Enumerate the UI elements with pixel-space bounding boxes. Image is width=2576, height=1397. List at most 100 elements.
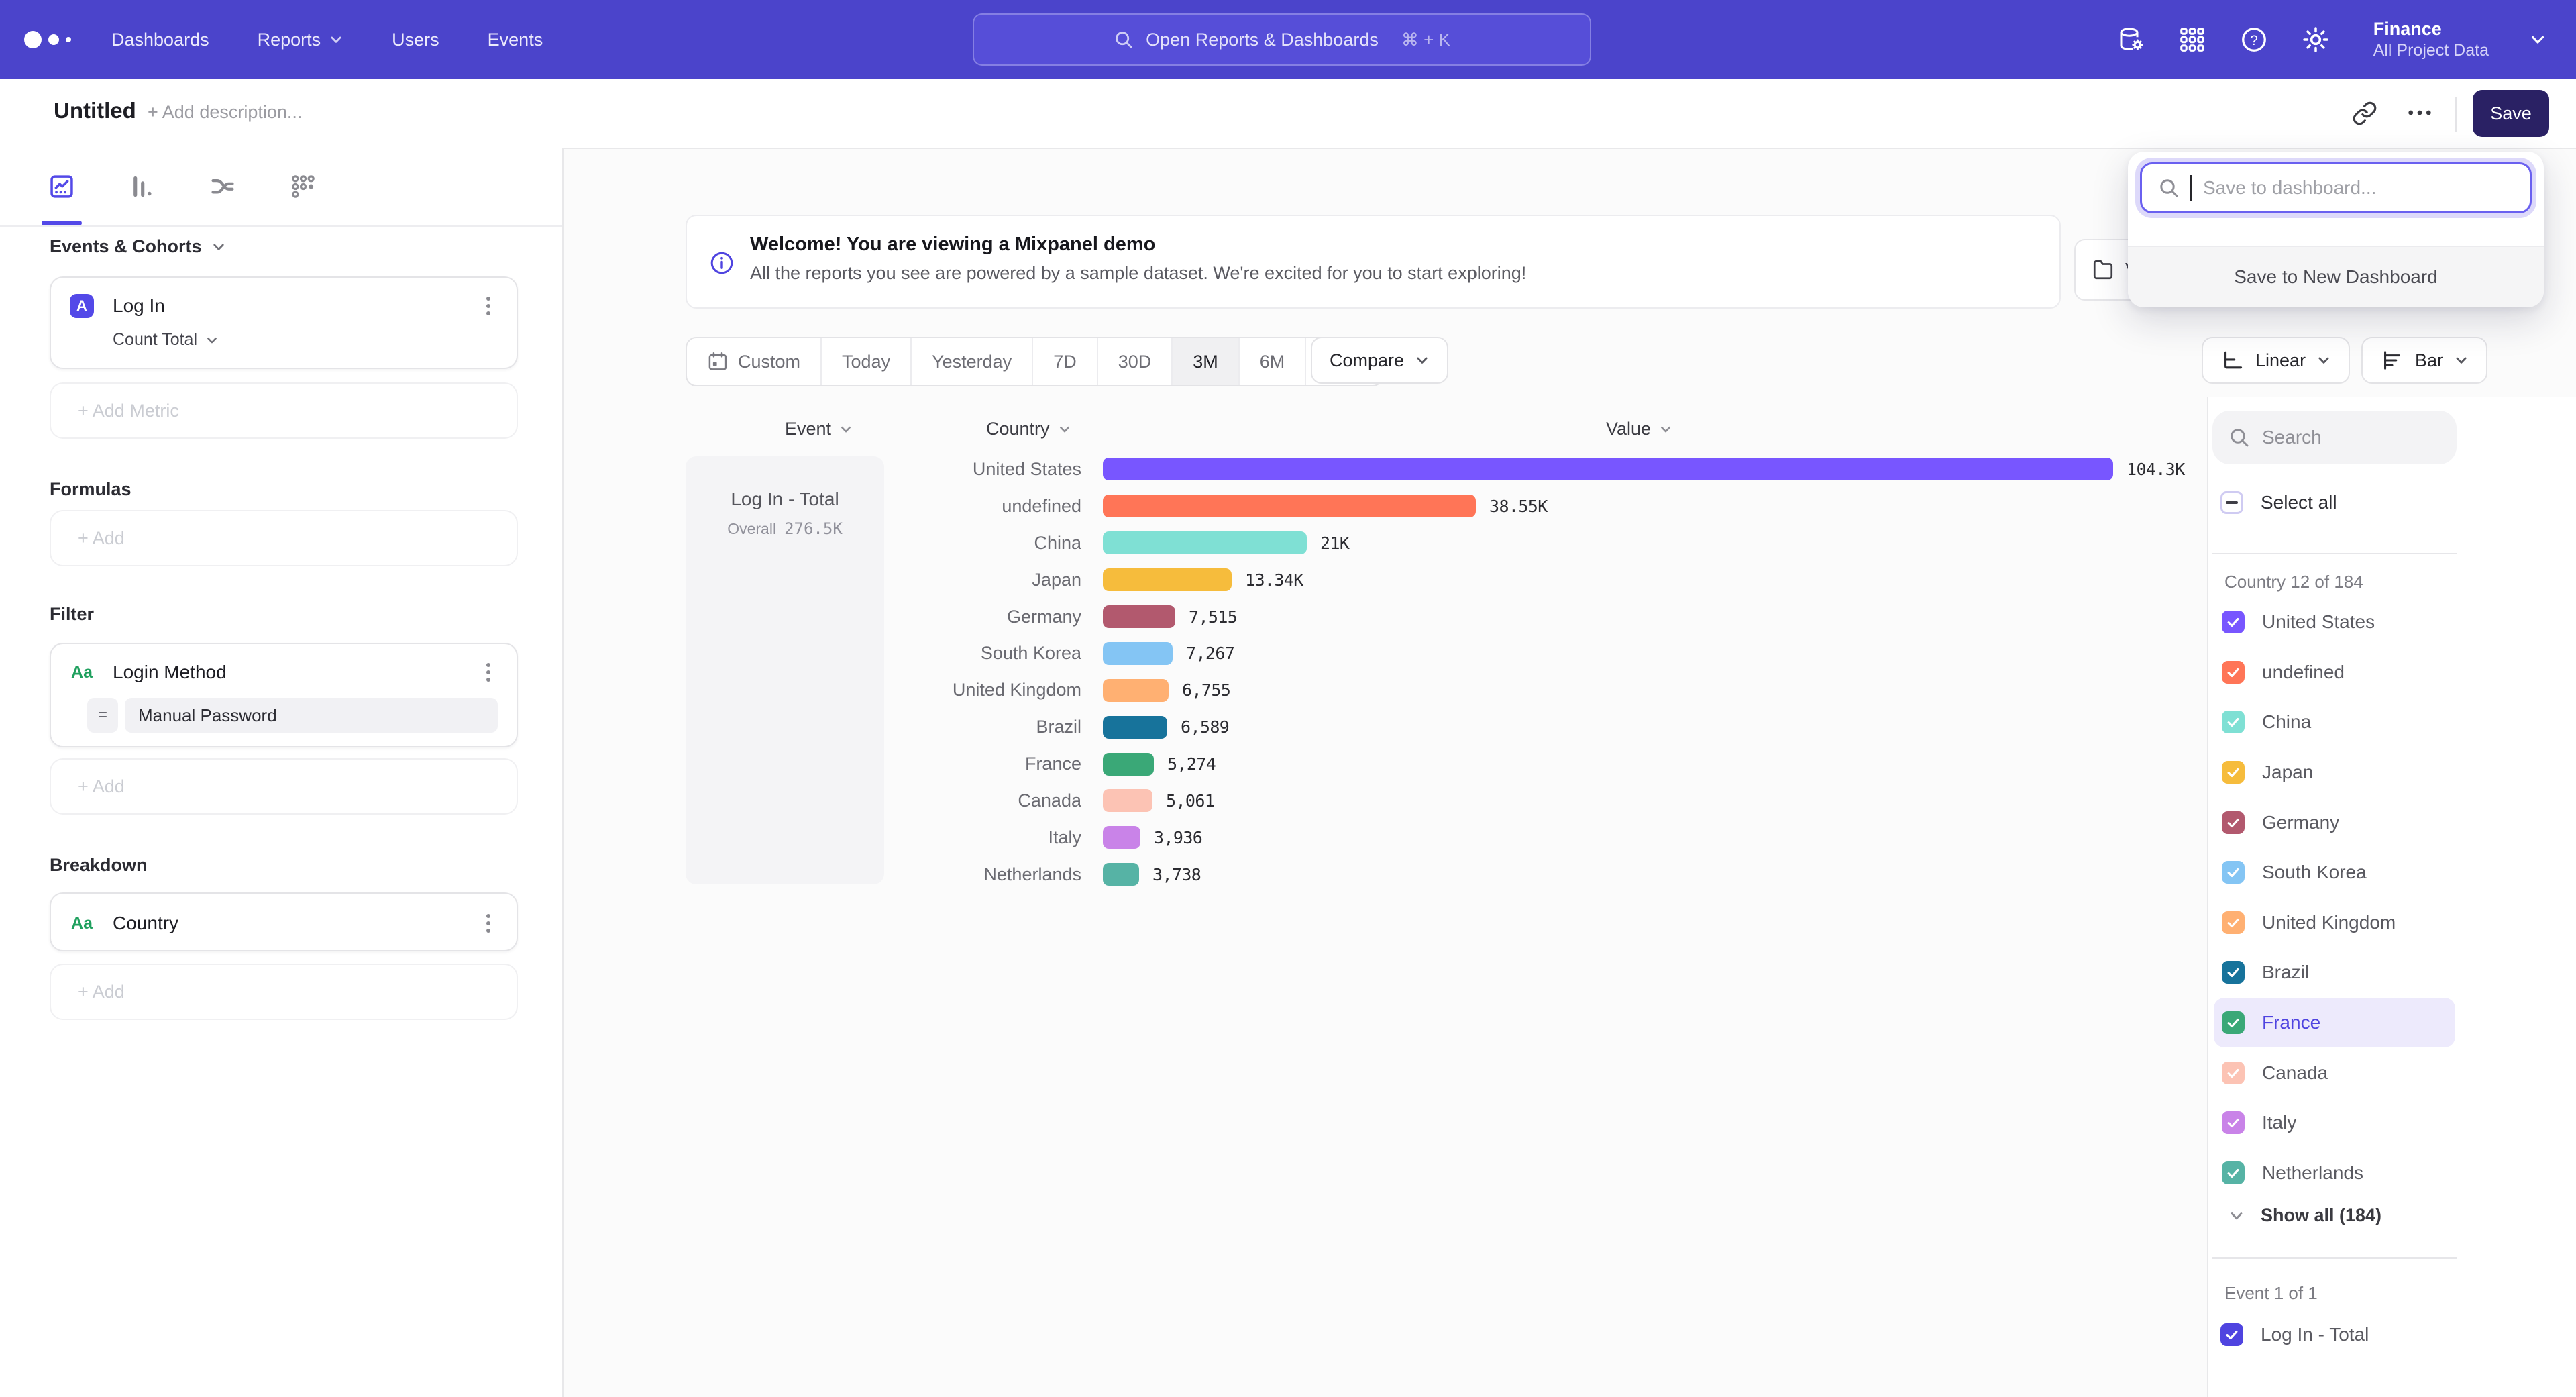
nav-item-users[interactable]: Users xyxy=(392,30,439,50)
save-button[interactable]: Save xyxy=(2473,90,2549,137)
country-filter-item[interactable]: Netherlands xyxy=(2214,1148,2455,1198)
add-metric-button[interactable]: + Add Metric xyxy=(50,382,518,439)
tab-flows[interactable] xyxy=(199,162,247,211)
metric-card-log-in[interactable]: A Log In Count Total xyxy=(50,276,518,369)
report-title[interactable]: Untitled xyxy=(54,98,136,123)
chart-bar[interactable] xyxy=(1103,826,1140,849)
country-filter-item[interactable]: Canada xyxy=(2214,1047,2455,1098)
tab-retention[interactable] xyxy=(279,162,327,211)
country-checkbox[interactable] xyxy=(2222,861,2245,884)
mixpanel-logo-icon[interactable] xyxy=(24,31,71,48)
chart-bar[interactable] xyxy=(1103,568,1232,591)
range-7d[interactable]: 7D xyxy=(1033,338,1098,385)
chart-bar[interactable] xyxy=(1103,531,1307,554)
country-filter-item[interactable]: United States xyxy=(2214,597,2455,648)
add-filter-button[interactable]: + Add xyxy=(50,758,518,815)
metric-kebab-menu-icon[interactable] xyxy=(479,297,498,315)
breakdown-card-country[interactable]: Aa Country xyxy=(50,892,518,951)
country-checkbox[interactable] xyxy=(2222,1111,2245,1134)
check-icon xyxy=(2226,1066,2241,1080)
chart-type-select-button[interactable]: Bar xyxy=(2361,337,2487,384)
legend-search-input[interactable]: Search xyxy=(2212,411,2457,464)
range-today[interactable]: Today xyxy=(822,338,912,385)
breakdown-property-name[interactable]: Country xyxy=(113,913,479,934)
chart-bar[interactable] xyxy=(1103,753,1154,776)
copy-link-icon[interactable] xyxy=(2352,101,2377,126)
metric-event-name[interactable]: Log In xyxy=(113,295,479,317)
compare-button[interactable]: Compare xyxy=(1311,337,1448,384)
event-checkbox[interactable] xyxy=(2220,1323,2243,1346)
chart-bar[interactable] xyxy=(1103,495,1476,517)
country-filter-item[interactable]: France xyxy=(2214,998,2455,1048)
column-header-country[interactable]: Country xyxy=(986,419,1071,439)
select-all-toggle[interactable]: Select all xyxy=(2220,491,2337,514)
range-30d[interactable]: 30D xyxy=(1098,338,1173,385)
tab-funnels[interactable] xyxy=(118,162,166,211)
more-options-icon[interactable] xyxy=(2407,109,2432,117)
chart-bar-value: 6,589 xyxy=(1181,717,1229,737)
country-filter-item[interactable]: Japan xyxy=(2214,747,2455,798)
chart-bar[interactable] xyxy=(1103,716,1167,739)
filter-operator-select[interactable]: = xyxy=(87,698,118,733)
nav-item-reports[interactable]: Reports xyxy=(258,30,344,50)
column-header-value[interactable]: Value xyxy=(1606,419,1672,439)
apps-grid-icon[interactable] xyxy=(2178,25,2207,54)
country-filter-item[interactable]: South Korea xyxy=(2214,847,2455,898)
check-icon xyxy=(2226,965,2241,980)
country-filter-item[interactable]: Brazil xyxy=(2214,947,2455,998)
country-filter-item[interactable]: Italy xyxy=(2214,1098,2455,1148)
country-checkbox[interactable] xyxy=(2222,911,2245,934)
chart-bar[interactable] xyxy=(1103,863,1139,886)
data-management-icon[interactable] xyxy=(2116,25,2145,54)
country-checkbox[interactable] xyxy=(2222,611,2245,633)
country-filter-item[interactable]: undefined xyxy=(2214,648,2455,698)
country-checkbox[interactable] xyxy=(2222,761,2245,784)
save-to-new-dashboard-button[interactable]: Save to New Dashboard xyxy=(2128,247,2544,307)
filter-card-login-method[interactable]: Aa Login Method = Manual Password xyxy=(50,643,518,747)
filter-kebab-menu-icon[interactable] xyxy=(479,663,498,682)
country-filter-item[interactable]: China xyxy=(2214,697,2455,747)
chart-bar[interactable] xyxy=(1103,679,1169,702)
range-6m[interactable]: 6M xyxy=(1240,338,1307,385)
add-breakdown-button[interactable]: + Add xyxy=(50,964,518,1020)
country-checkbox[interactable] xyxy=(2222,661,2245,684)
help-icon[interactable]: ? xyxy=(2239,25,2269,54)
text-cursor xyxy=(2190,175,2192,201)
show-all-button[interactable]: Show all (184) xyxy=(2229,1205,2381,1226)
country-checkbox[interactable] xyxy=(2222,1161,2245,1184)
range-yesterday[interactable]: Yesterday xyxy=(912,338,1033,385)
global-search-button[interactable]: Open Reports & Dashboards ⌘ + K xyxy=(973,13,1591,66)
chart-bar[interactable] xyxy=(1103,642,1173,665)
add-description-field[interactable]: + Add description... xyxy=(148,102,302,123)
range-3m[interactable]: 3M xyxy=(1173,338,1240,385)
breakdown-kebab-menu-icon[interactable] xyxy=(479,914,498,933)
filter-value-select[interactable]: Manual Password xyxy=(125,698,498,733)
add-formula-button[interactable]: + Add xyxy=(50,510,518,566)
nav-item-events[interactable]: Events xyxy=(488,30,543,50)
project-switcher[interactable]: Finance All Project Data xyxy=(2373,18,2489,62)
country-filter-item[interactable]: United Kingdom xyxy=(2214,898,2455,948)
select-all-checkbox[interactable] xyxy=(2220,491,2243,514)
save-dashboard-search-input[interactable]: Save to dashboard... xyxy=(2140,162,2532,213)
metric-aggregation-select[interactable]: Count Total xyxy=(113,330,219,350)
filter-property-name[interactable]: Login Method xyxy=(113,662,479,683)
chart-rows: United States104.3Kundefined38.55KChina2… xyxy=(686,451,2195,893)
chevron-down-icon[interactable] xyxy=(2529,31,2546,48)
country-checkbox[interactable] xyxy=(2222,1011,2245,1034)
events-cohorts-header[interactable]: Events & Cohorts xyxy=(50,236,226,257)
nav-item-dashboards[interactable]: Dashboards xyxy=(111,30,209,50)
chart-bar[interactable] xyxy=(1103,458,2113,480)
country-checkbox[interactable] xyxy=(2222,1062,2245,1084)
range-custom[interactable]: Custom xyxy=(687,338,822,385)
chart-bar[interactable] xyxy=(1103,789,1152,812)
settings-gear-icon[interactable] xyxy=(2301,25,2330,54)
country-checkbox[interactable] xyxy=(2222,961,2245,984)
column-header-event[interactable]: Event xyxy=(785,419,853,439)
tab-insights[interactable] xyxy=(38,162,86,211)
country-checkbox[interactable] xyxy=(2222,811,2245,834)
country-checkbox[interactable] xyxy=(2222,711,2245,733)
chart-bar[interactable] xyxy=(1103,605,1175,628)
scale-select-button[interactable]: Linear xyxy=(2202,337,2350,384)
event-legend-item[interactable]: Log In - Total xyxy=(2220,1323,2369,1346)
country-filter-item[interactable]: Germany xyxy=(2214,797,2455,847)
